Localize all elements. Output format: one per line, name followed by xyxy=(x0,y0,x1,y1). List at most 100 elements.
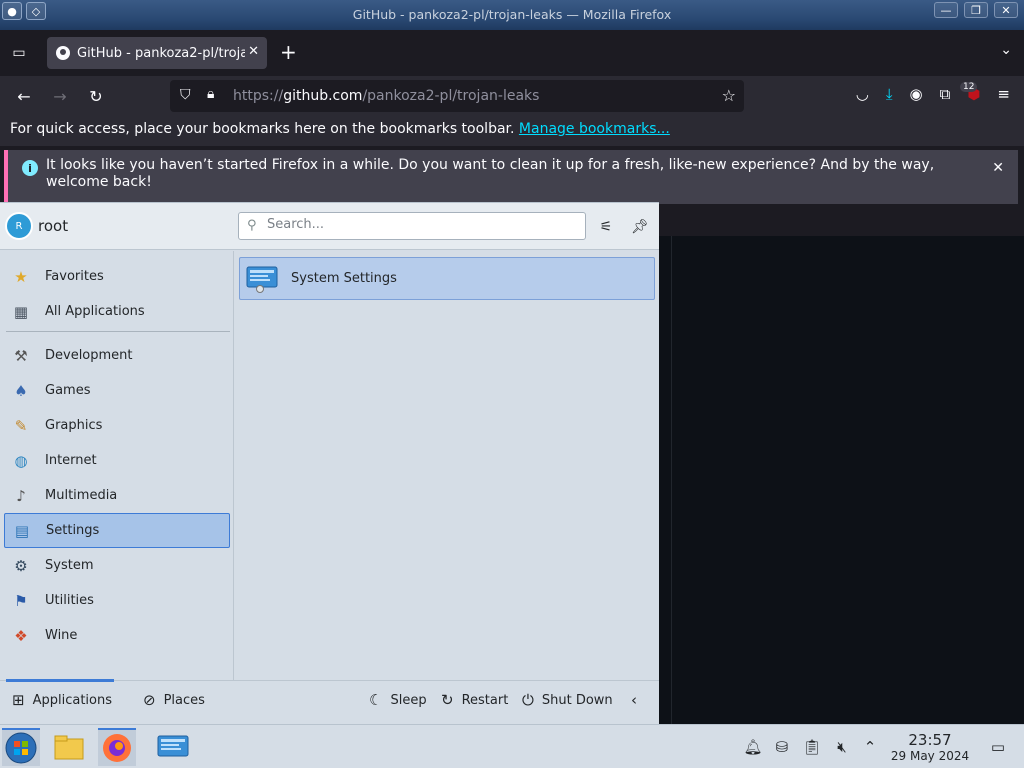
clock-time: 23:57 xyxy=(908,731,952,749)
utilities-icon: ⚑ xyxy=(14,591,28,610)
window-title: GitHub - pankoza2-pl/trojan-leaks — Mozi… xyxy=(352,7,672,22)
category-all-applications[interactable]: ▦ All Applications xyxy=(4,294,230,329)
url-text[interactable]: https://github.com/pankoza2-pl/trojan-le… xyxy=(233,88,539,104)
bookmarks-toolbar: For quick access, place your bookmarks h… xyxy=(0,116,1024,146)
pin-icon[interactable]: 📌︎ xyxy=(630,217,650,237)
show-desktop-icon[interactable]: ▭ xyxy=(988,737,1008,757)
folder-icon xyxy=(54,735,84,760)
category-system[interactable]: ⚙ System xyxy=(4,548,230,583)
tab-title: GitHub - pankoza2-pl/trojan-leaks xyxy=(77,45,245,61)
reload-button[interactable]: ↻ xyxy=(85,85,107,107)
grid-icon: ▦ xyxy=(13,302,29,321)
chevron-left-icon: ‹ xyxy=(631,691,637,709)
power-icon: ⏻ xyxy=(522,691,534,709)
minimize-button[interactable]: — xyxy=(934,2,958,18)
category-settings[interactable]: ▤ Settings xyxy=(4,513,230,548)
applications-grid-icon: ⊞ xyxy=(12,691,25,709)
clock-date: 29 May 2024 xyxy=(890,749,970,763)
lock-icon[interactable]: 🔒︎ xyxy=(207,86,214,102)
file-manager-task[interactable] xyxy=(50,728,88,766)
navigation-toolbar: ← → ↻ ⛉ 🔒︎ https://github.com/pankoza2-p… xyxy=(0,76,1024,116)
notification-close-icon[interactable]: ✕ xyxy=(992,160,1004,176)
notification-text: It looks like you haven’t started Firefo… xyxy=(46,157,935,190)
category-wine[interactable]: ❖ Wine xyxy=(4,618,230,653)
system-icon: ⚙ xyxy=(14,556,28,575)
start-menu-button[interactable] xyxy=(2,728,40,766)
firefox-view-icon[interactable]: ▭ xyxy=(8,42,30,64)
restart-icon: ↻ xyxy=(441,691,454,709)
category-list: ★ Favorites ▦ All Applications ⚒ Develop… xyxy=(0,251,234,680)
chevron-up-icon[interactable]: ⌃ xyxy=(860,737,880,757)
firefox-icon xyxy=(103,734,131,762)
restart-button[interactable]: ↻ Restart xyxy=(441,691,508,709)
configure-icon[interactable]: ⚟ xyxy=(596,217,616,237)
category-internet[interactable]: ◍ Internet xyxy=(4,443,230,478)
search-input[interactable] xyxy=(267,217,577,232)
sleep-icon: ☾ xyxy=(369,691,383,709)
back-button[interactable]: ← xyxy=(13,85,35,107)
bookmark-star-icon[interactable]: ☆ xyxy=(722,86,736,105)
kde-connect-icon[interactable]: ⛁ xyxy=(772,737,792,757)
search-icon: ⚲ xyxy=(247,218,257,233)
category-development[interactable]: ⚒ Development xyxy=(4,338,230,373)
menu-icon[interactable]: ≡ xyxy=(997,85,1010,103)
notifications-icon[interactable]: 🔔︎ xyxy=(743,737,763,757)
list-all-tabs-icon[interactable]: ⌄ xyxy=(1000,42,1012,58)
graphics-icon: ✎ xyxy=(14,416,28,435)
forward-button[interactable]: → xyxy=(49,85,71,107)
page-divider xyxy=(671,236,672,724)
system-settings-task[interactable] xyxy=(154,728,192,766)
username: root xyxy=(38,217,69,235)
category-favorites[interactable]: ★ Favorites xyxy=(4,259,230,294)
category-graphics[interactable]: ✎ Graphics xyxy=(4,408,230,443)
multimedia-icon: ♪ xyxy=(16,486,26,505)
url-bar[interactable]: ⛉ 🔒︎ https://github.com/pankoza2-pl/troj… xyxy=(170,80,744,112)
extension-badge: 12 xyxy=(960,82,978,92)
compass-icon: ⊘ xyxy=(143,691,156,709)
launcher-header: R root ⚲ ⚟ 📌︎ xyxy=(0,203,659,250)
favorites-icon: ★ xyxy=(14,267,28,286)
sleep-button[interactable]: ☾ Sleep xyxy=(369,691,427,709)
new-tab-button[interactable]: + xyxy=(280,40,297,64)
category-multimedia[interactable]: ♪ Multimedia xyxy=(4,478,230,513)
digital-clock[interactable]: 23:57 29 May 2024 xyxy=(890,731,970,763)
info-icon: i xyxy=(22,160,38,176)
result-label: System Settings xyxy=(291,271,397,286)
category-utilities[interactable]: ⚑ Utilities xyxy=(4,583,230,618)
window-titlebar: ● ◇ GitHub - pankoza2-pl/trojan-leaks — … xyxy=(0,0,1024,30)
system-settings-icon xyxy=(246,266,278,293)
launcher-search[interactable]: ⚲ xyxy=(238,212,586,240)
firefox-task[interactable] xyxy=(98,728,136,766)
bookmarks-hint: For quick access, place your bookmarks h… xyxy=(10,121,515,137)
places-tab[interactable]: ⊘ Places xyxy=(143,691,205,709)
close-window-button[interactable]: ✕ xyxy=(994,2,1018,18)
shield-icon[interactable]: ⛉ xyxy=(180,87,191,103)
applications-tab[interactable]: ⊞ Applications xyxy=(12,691,112,709)
avatar[interactable]: R xyxy=(5,212,33,240)
tab-bar: ▭ GitHub - pankoza2-pl/trojan-leaks ✕ + … xyxy=(0,30,1024,76)
manage-bookmarks-link[interactable]: Manage bookmarks... xyxy=(519,121,670,137)
downloads-icon[interactable]: ⤓ xyxy=(886,85,893,103)
leave-menu-button[interactable]: ‹ xyxy=(631,691,645,709)
account-icon[interactable]: ◉ xyxy=(910,85,923,103)
category-divider xyxy=(6,331,230,332)
category-games[interactable]: ♠ Games xyxy=(4,373,230,408)
taskbar: 🔔︎ ⛁ 📋︎ 🔇︎ ⌃ 23:57 29 May 2024 ▭ xyxy=(0,724,1024,768)
globe-icon: ◍ xyxy=(14,451,28,470)
result-system-settings[interactable]: System Settings xyxy=(239,257,655,300)
pocket-icon[interactable]: ◡ xyxy=(856,85,869,103)
shutdown-button[interactable]: ⏻ Shut Down xyxy=(522,691,613,709)
games-icon: ♠ xyxy=(14,381,28,400)
tab-close-icon[interactable]: ✕ xyxy=(248,44,259,59)
start-orb-icon xyxy=(5,732,37,764)
launcher-footer: ⊞ Applications ⊘ Places ☾ Sleep ↻ Restar… xyxy=(0,679,659,725)
volume-muted-icon[interactable]: 🔇︎ xyxy=(832,737,852,757)
application-launcher: R root ⚲ ⚟ 📌︎ ★ Favorites ▦ All Applicat… xyxy=(0,202,659,725)
settings-icon: ▤ xyxy=(14,521,30,540)
tab-github[interactable]: GitHub - pankoza2-pl/trojan-leaks ✕ xyxy=(47,37,267,69)
application-results: System Settings xyxy=(235,251,659,680)
extensions-icon[interactable]: ⧉ xyxy=(940,85,951,103)
maximize-button[interactable]: ❐ xyxy=(964,2,988,18)
github-icon xyxy=(56,46,70,60)
clipboard-icon[interactable]: 📋︎ xyxy=(802,737,822,757)
